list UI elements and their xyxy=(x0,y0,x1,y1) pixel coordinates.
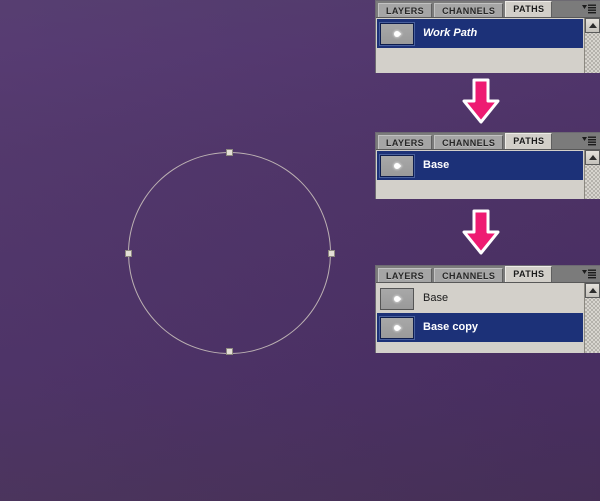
down-arrow-icon-2 xyxy=(459,208,503,256)
path-row-work-path[interactable]: Work Path xyxy=(377,19,583,48)
path-row-base[interactable]: Base xyxy=(377,284,583,313)
path-thumbnail-icon xyxy=(380,22,414,45)
paths-list-1[interactable]: Work Path xyxy=(376,17,600,73)
panel-tab-bar-2[interactable]: LAYERS CHANNELS PATHS xyxy=(376,133,600,149)
tab-layers[interactable]: LAYERS xyxy=(378,3,433,17)
tab-paths[interactable]: PATHS xyxy=(505,266,553,282)
paths-panel-2[interactable]: LAYERS CHANNELS PATHS Base xyxy=(375,132,600,199)
tab-paths[interactable]: PATHS xyxy=(505,133,553,149)
panel-scrollbar-2[interactable] xyxy=(584,150,600,199)
path-thumbnail-icon xyxy=(380,287,414,310)
tab-layers[interactable]: LAYERS xyxy=(378,135,433,149)
path-row-label: Base copy xyxy=(423,321,479,333)
path-anchor-point-east[interactable] xyxy=(328,250,335,257)
panel-scrollbar-3[interactable] xyxy=(584,283,600,353)
scroll-up-button[interactable] xyxy=(585,150,600,165)
path-row-base-copy[interactable]: Base copy xyxy=(377,313,583,342)
paths-list-2[interactable]: Base xyxy=(376,149,600,199)
paths-list-3[interactable]: Base Base copy xyxy=(376,282,600,353)
path-row-label: Work Path xyxy=(423,27,478,39)
panel-menu-icon[interactable] xyxy=(582,136,596,146)
panel-tab-bar-3[interactable]: LAYERS CHANNELS PATHS xyxy=(376,266,600,282)
path-row-label: Base xyxy=(423,159,450,171)
tab-paths[interactable]: PATHS xyxy=(505,1,553,17)
panel-menu-icon[interactable] xyxy=(582,4,596,14)
tab-channels[interactable]: CHANNELS xyxy=(434,3,504,17)
path-anchor-point-west[interactable] xyxy=(125,250,132,257)
circle-path-shape[interactable] xyxy=(128,152,331,354)
screenshot-root: LAYERS CHANNELS PATHS Work Path LAYERS C… xyxy=(0,0,600,501)
path-thumbnail-icon xyxy=(380,154,414,177)
path-anchor-point-south[interactable] xyxy=(226,348,233,355)
tab-channels[interactable]: CHANNELS xyxy=(434,268,504,282)
path-row-base[interactable]: Base xyxy=(377,151,583,180)
scroll-up-button[interactable] xyxy=(585,18,600,33)
paths-panel-3[interactable]: LAYERS CHANNELS PATHS Base Base copy xyxy=(375,265,600,353)
path-thumbnail-icon xyxy=(380,316,414,339)
scroll-up-button[interactable] xyxy=(585,283,600,298)
panel-menu-icon[interactable] xyxy=(582,269,596,279)
down-arrow-icon-1 xyxy=(459,77,503,125)
panel-tab-bar-1[interactable]: LAYERS CHANNELS PATHS xyxy=(376,1,600,17)
tab-channels[interactable]: CHANNELS xyxy=(434,135,504,149)
paths-rows-2: Base xyxy=(377,151,583,180)
path-anchor-point-north[interactable] xyxy=(226,149,233,156)
paths-panel-1[interactable]: LAYERS CHANNELS PATHS Work Path xyxy=(375,0,600,73)
vector-path-layer xyxy=(0,0,600,501)
paths-rows-1: Work Path xyxy=(377,19,583,48)
path-row-label: Base xyxy=(423,292,449,304)
tab-layers[interactable]: LAYERS xyxy=(378,268,433,282)
panel-scrollbar-1[interactable] xyxy=(584,18,600,73)
paths-rows-3: Base Base copy xyxy=(377,284,583,342)
